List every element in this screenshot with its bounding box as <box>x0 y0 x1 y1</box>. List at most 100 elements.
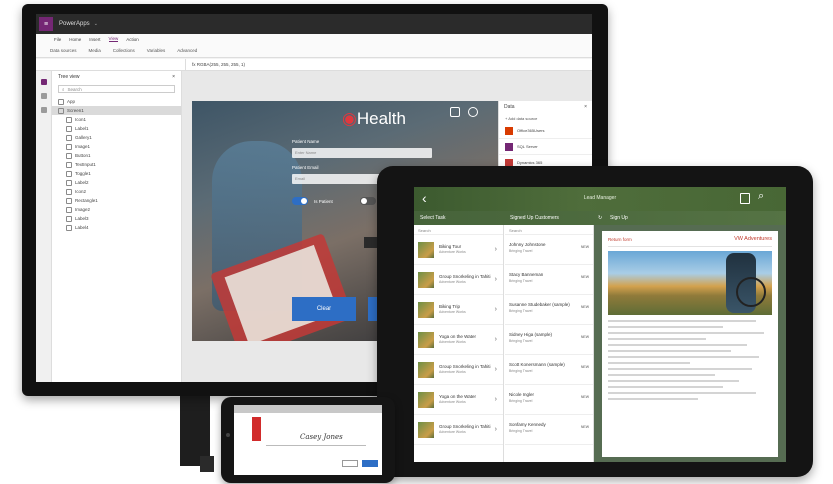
task-list: Search Biking Tour Adventure Works › Group… <box>414 225 504 462</box>
refresh-icon[interactable]: ↻ <box>598 215 602 221</box>
menu-insert[interactable]: Insert <box>89 37 100 42</box>
customer-item[interactable]: Susanne Studebaker (sample) Bringing Trav… <box>505 295 593 325</box>
customer-item[interactable]: Sidney Higa (sample) Bringing Travel NEW <box>505 325 593 355</box>
close-icon[interactable]: × <box>172 74 175 80</box>
task-item[interactable]: Biking Trip Adventure Works › <box>414 295 503 325</box>
patient-name-input[interactable]: Enter Name <box>292 148 432 158</box>
camera-icon[interactable] <box>450 107 460 117</box>
patient-name-label: Patient Name <box>292 139 320 144</box>
ribbon-advanced[interactable]: Advanced <box>177 48 197 53</box>
tree-item[interactable]: Label2 <box>52 178 181 187</box>
tree-item[interactable]: Icon1 <box>52 115 181 124</box>
chevron-right-icon: › <box>494 336 497 343</box>
patient-email-label: Patient Email <box>292 165 319 170</box>
chevron-down-icon[interactable]: ⌄ <box>94 21 98 27</box>
menu-file[interactable]: File <box>54 37 61 42</box>
menu-bar: File Home Insert View Action <box>36 34 592 44</box>
tree-item-label: Label1 <box>75 126 89 131</box>
customer-search-input[interactable]: Search <box>505 225 593 235</box>
ribbon: Data sources Media Collections Variables… <box>36 44 592 58</box>
task-item[interactable]: Biking Tour Adventure Works › <box>414 235 503 265</box>
tree-item[interactable]: Label4 <box>52 223 181 232</box>
tablet-title: Lead Manager <box>583 195 617 201</box>
status-badge: NEW <box>580 305 589 309</box>
waffle-icon[interactable]: ≡ <box>39 17 53 31</box>
task-item[interactable]: Yoga on the Water Adventure Works › <box>414 385 503 415</box>
tree-item-label: Label4 <box>75 225 89 230</box>
customer-name: Susanne Studebaker (sample) <box>509 302 570 307</box>
tree-item[interactable]: Rectangle1 <box>52 196 181 205</box>
phone-header <box>234 405 382 413</box>
tree-item[interactable]: Gallery1 <box>52 133 181 142</box>
ribbon-variables[interactable]: Variables <box>147 48 165 53</box>
task-sub: Adventure Works <box>439 249 466 254</box>
data-icon[interactable] <box>40 107 47 113</box>
task-search-input[interactable]: Search <box>414 225 503 235</box>
task-item[interactable]: Group Snorkeling in Tahiti Adventure Work… <box>414 415 503 445</box>
ribbon-collections[interactable]: Collections <box>113 48 135 53</box>
biker-photo <box>608 251 772 315</box>
menu-view[interactable]: View <box>108 36 119 42</box>
customer-item[interactable]: Johnny Johnstone Bringing Travel NEW <box>505 235 593 265</box>
customer-name: Sonfamy Kennedy <box>509 422 546 427</box>
control-icon <box>66 161 72 168</box>
add-data-source-button[interactable]: + Add data source <box>499 113 592 123</box>
customer-item[interactable]: Sonfamy Kennedy Bringing Travel NEW <box>505 415 593 445</box>
customer-sub: Bringing Travel <box>509 339 533 343</box>
tablet-header: ‹ Lead Manager ⌕ <box>414 187 786 211</box>
app-title: PowerApps <box>59 21 90 27</box>
signup-document[interactable]: Return form VW Adventures <box>602 231 778 457</box>
customer-name: Stacy Banneman <box>509 272 544 277</box>
task-thumbnail <box>418 301 434 318</box>
ribbon-media[interactable]: Media <box>89 48 101 53</box>
tree-view-icon[interactable] <box>40 79 47 85</box>
tree-item[interactable]: Screen1 <box>52 106 181 115</box>
data-source-item[interactable]: SQL Server <box>499 139 592 155</box>
task-thumbnail <box>418 271 434 288</box>
tree-item[interactable]: Label3 <box>52 214 181 223</box>
data-source-item[interactable]: Office365Users <box>499 123 592 139</box>
menu-home[interactable]: Home <box>69 37 81 42</box>
task-item[interactable]: Group Snorkeling in Tahiti Adventure Work… <box>414 355 503 385</box>
sql-icon <box>505 142 513 151</box>
tree-item[interactable]: Image2 <box>52 205 181 214</box>
search-icon[interactable]: ⌕ <box>758 190 764 203</box>
insert-icon[interactable] <box>40 93 47 99</box>
cancel-button[interactable] <box>342 460 358 467</box>
ribbon-data-sources[interactable]: Data sources <box>50 48 77 53</box>
brand-logo: ◉Health <box>342 109 406 128</box>
customer-item[interactable]: Stacy Banneman Bringing Travel NEW <box>505 265 593 295</box>
is-patient-toggle[interactable] <box>292 197 308 205</box>
tree-item[interactable]: Toggle1 <box>52 169 181 178</box>
phone-camera <box>226 433 230 437</box>
customers-header: Signed Up Customers <box>510 215 559 221</box>
clear-button[interactable]: Clear <box>292 297 356 321</box>
control-icon <box>66 116 72 123</box>
tree-item[interactable]: Button1 <box>52 151 181 160</box>
tablet-subheader: Select Task Signed Up Customers ↻ Sign U… <box>414 211 786 225</box>
task-item[interactable]: Group Snorkeling in Tahiti Adventure Work… <box>414 265 503 295</box>
second-toggle[interactable] <box>360 197 376 205</box>
tree-item[interactable]: Icon2 <box>52 187 181 196</box>
tree-item-label: Image2 <box>75 207 91 212</box>
tree-item[interactable]: Label1 <box>52 124 181 133</box>
task-item[interactable]: Yoga on the Water Adventure Works › <box>414 325 503 355</box>
left-rail <box>36 71 52 382</box>
tree-item[interactable]: TextInput1 <box>52 160 181 169</box>
customer-name: Nicole Ingler <box>509 392 535 397</box>
close-icon[interactable]: × <box>584 104 587 110</box>
clipboard-icon[interactable] <box>740 193 750 204</box>
tree-item[interactable]: Image1 <box>52 142 181 151</box>
signup-pane: Return form VW Adventures <box>594 225 786 462</box>
task-sub: Adventure Works <box>439 369 466 374</box>
ok-button[interactable] <box>362 460 378 467</box>
menu-action[interactable]: Action <box>126 37 139 42</box>
property-dropdown[interactable] <box>36 58 186 71</box>
person-icon[interactable] <box>468 107 478 117</box>
tree-item[interactable]: App <box>52 97 181 106</box>
customer-item[interactable]: Scott Konersmann (sample) Bringing Travel… <box>505 355 593 385</box>
formula-input[interactable]: fx RGBA(255, 255, 255, 1) <box>186 62 251 67</box>
customer-name: Scott Konersmann (sample) <box>509 362 565 367</box>
customer-item[interactable]: Nicole Ingler Bringing Travel NEW <box>505 385 593 415</box>
tree-search-input[interactable]: ⌕ Search <box>58 85 175 93</box>
